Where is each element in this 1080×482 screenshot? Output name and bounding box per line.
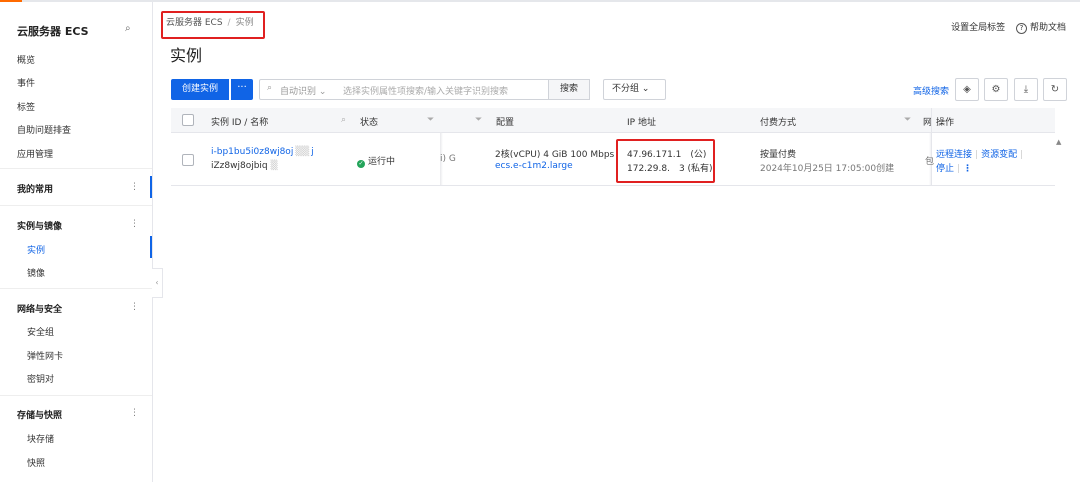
sidebar-group-favorites[interactable]: 我的常用 [17,182,53,195]
instance-spec-link[interactable]: ecs.e-c1m2.large [495,161,573,171]
more-icon[interactable]: ⋮ [130,219,139,229]
scroll-up-icon[interactable]: ▲ [1056,138,1061,146]
filter-icon[interactable]: ⏷ [475,115,482,125]
col-status: 状态 [360,118,379,128]
search-icon: ⌕ [267,83,273,93]
search-icon[interactable]: ⌕ [125,23,131,34]
sidebar-title: 云服务器 ECS [17,25,89,38]
remote-connect-link[interactable]: 远程连接 [936,150,972,160]
col-config: 配置 [496,118,515,128]
created-time: 2024年10月25日 17:05:00创建 [760,164,895,174]
col-billing: 付费方式 [760,118,797,128]
divider [0,168,152,169]
sidebar-item-tags[interactable]: 标签 [17,100,35,113]
status-badge: ✓ 运行中 [357,157,396,168]
help-docs-link[interactable]: 帮助文档 [1030,23,1066,33]
create-instance-button[interactable]: 创建实例 [171,79,229,100]
resize-link[interactable]: 资源变配 [981,150,1017,160]
row-actions-2: 停止 | ⋮ [936,161,972,174]
col-actions: 操作 [936,118,955,128]
sidebar-item-events[interactable]: 事件 [17,76,35,89]
cut-text: 包 [925,157,935,167]
stop-link[interactable]: 停止 [936,164,954,174]
sidebar-group-instances-images[interactable]: 实例与镜像 [17,219,62,232]
separator: | [957,164,961,174]
select-all-checkbox[interactable] [182,114,194,126]
group-select[interactable]: 不分组 ⌄ [603,79,666,100]
sidebar-item-app-management[interactable]: 应用管理 [17,147,53,160]
col-ip: IP 地址 [627,118,656,128]
more-icon[interactable]: ⋮ [130,302,139,312]
sidebar-group-storage-snapshots[interactable]: 存储与快照 [17,408,62,421]
instance-id-link[interactable]: i-bp1bu5i0z8wj8oj ▒▒ j [211,147,314,157]
fixed-column-border [931,108,932,186]
layers-icon[interactable]: ◈ [955,78,979,101]
sidebar-item-images[interactable]: 镜像 [27,266,45,279]
filter-icon[interactable]: ⏷ [427,115,434,125]
help-icon: ? [1015,23,1027,34]
page-title: 实例 [170,46,203,65]
sidebar-item-block-storage[interactable]: 块存储 [27,432,54,445]
sidebar-item-eni[interactable]: 弹性网卡 [27,349,63,362]
check-icon: ✓ [357,160,365,168]
divider [0,395,152,396]
sidebar-group-network-security[interactable]: 网络与安全 [17,302,62,315]
more-actions-button[interactable]: ··· [231,79,253,100]
sidebar-item-key-pairs[interactable]: 密钥对 [27,372,54,385]
sidebar-item-security-groups[interactable]: 安全组 [27,325,54,338]
active-indicator [150,176,152,198]
search-icon[interactable]: ⌕ [341,115,346,125]
search-button[interactable]: 搜索 [548,79,590,100]
active-indicator [150,236,152,258]
download-icon[interactable]: ⤓ [1014,78,1038,101]
advanced-search-link[interactable]: 高级搜索 [913,84,949,97]
search-mode-select[interactable]: 自动识别 ⌄ [280,84,326,97]
highlight-box-breadcrumb [161,11,265,39]
highlight-box-ip [616,139,715,183]
instance-name: iZz8wj8ojbiq ▒ [211,161,278,171]
header-links: 设置全局标签 ? 帮助文档 [945,20,1066,34]
more-icon[interactable]: ⋮ [130,182,139,192]
separator: | [975,150,979,160]
more-actions-icon[interactable]: ⋮ [963,164,972,174]
zone-cut: i) G [440,154,456,164]
sidebar-item-troubleshoot[interactable]: 自助问题排查 [17,123,71,136]
collapse-sidebar-button[interactable]: ‹ [152,268,163,298]
filter-icon[interactable]: ⏷ [904,115,911,125]
sidebar-item-snapshots[interactable]: 快照 [27,456,45,469]
global-tags-link[interactable]: 设置全局标签 [951,23,1005,33]
billing-type: 按量付费 [760,150,797,160]
table-header: 实例 ID / 名称 ⌕ 状态 ⏷ ⏷ 配置 IP 地址 付费方式 ⏷ 网 操作 [171,108,1055,133]
divider [0,288,152,289]
top-bar [0,0,1080,2]
separator: | [1020,150,1024,160]
more-icon[interactable]: ⋮ [130,408,139,418]
row-divider [171,185,1055,186]
search-input[interactable]: ⌕ 自动识别 ⌄ 选择实例属性项搜索/输入关键字识别搜索 [259,79,550,100]
gear-icon[interactable]: ⚙ [984,78,1008,101]
row-actions-1: 远程连接 | 资源变配 | [936,147,1026,160]
row-checkbox[interactable] [182,154,194,166]
sidebar: 云服务器 ECS ⌕ 概览 事件 标签 自助问题排查 应用管理 我的常用 ⋮ 实… [0,2,153,482]
instance-config: 2核(vCPU) 4 GiB 100 Mbps [495,150,615,160]
col-instance-id: 实例 ID / 名称 [211,118,269,128]
sidebar-item-overview[interactable]: 概览 [17,53,35,66]
sidebar-item-instances[interactable]: 实例 [27,243,45,256]
search-placeholder: 选择实例属性项搜索/输入关键字识别搜索 [343,87,509,97]
refresh-icon[interactable]: ↻ [1043,78,1067,101]
divider [0,205,152,206]
